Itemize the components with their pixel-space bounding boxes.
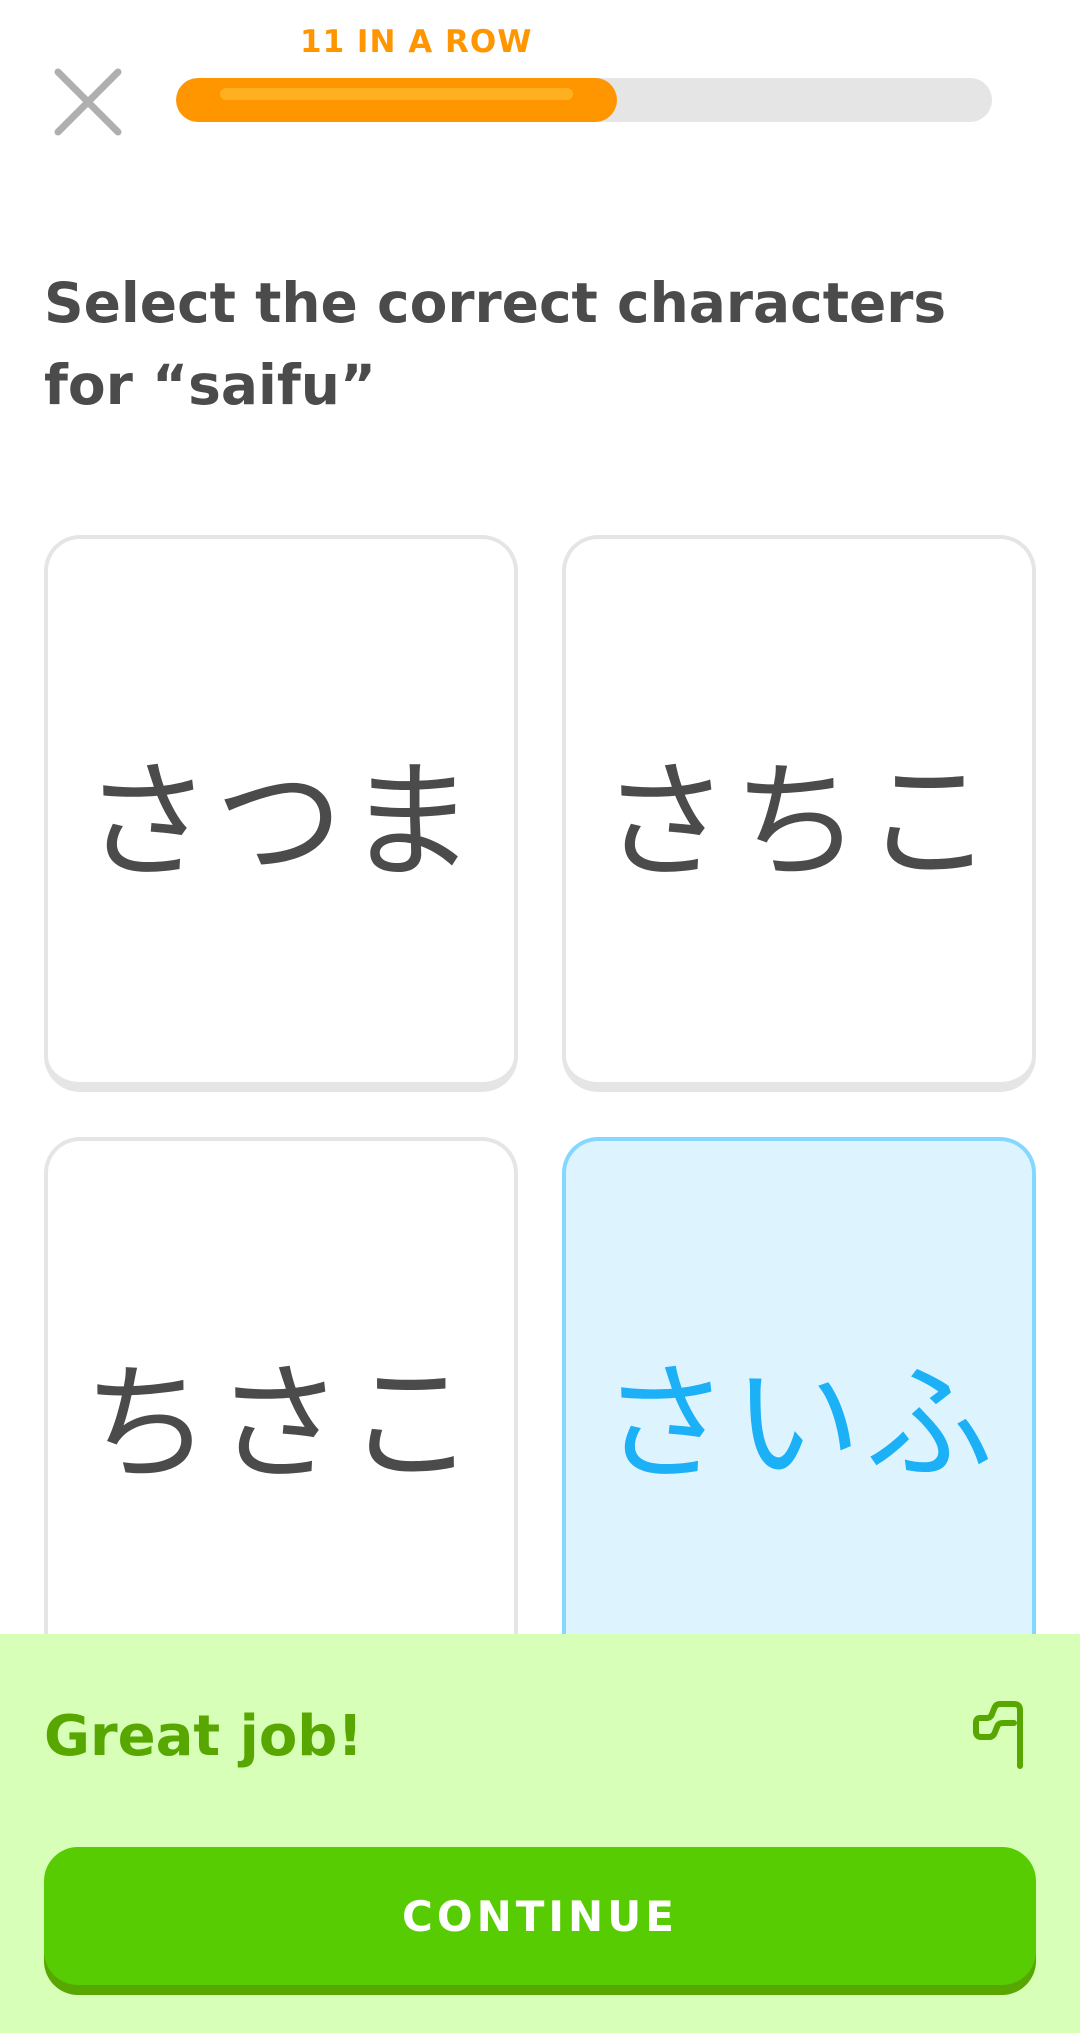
feedback-title: Great job!	[44, 1704, 363, 1769]
answer-option[interactable]: さいふ	[562, 1137, 1036, 1694]
continue-button[interactable]: CONTINUE	[44, 1847, 1036, 1985]
flag-icon	[973, 1701, 1023, 1769]
progress-bar-fill	[176, 78, 617, 122]
answer-option[interactable]: さちこ	[562, 535, 1036, 1092]
lesson-screen: 11 IN A ROW Select the correct character…	[0, 0, 1080, 2033]
continue-button-label: CONTINUE	[402, 1891, 678, 1941]
close-icon	[54, 68, 122, 136]
answer-option-text: さつま	[82, 748, 479, 897]
answer-option[interactable]: さつま	[44, 535, 518, 1092]
report-button[interactable]	[972, 1700, 1032, 1770]
feedback-panel: Great job! CONTINUE	[0, 1634, 1080, 2033]
progress-bar	[176, 78, 992, 122]
close-button[interactable]	[48, 62, 128, 142]
answer-option-text: さいふ	[600, 1350, 997, 1499]
answer-option-text: さちこ	[600, 748, 997, 897]
answer-option[interactable]: ちさこ	[44, 1137, 518, 1694]
question-prompt: Select the correct characters for “saifu…	[44, 271, 947, 417]
progress-bar-shine	[220, 88, 573, 100]
streak-label: 11 IN A ROW	[300, 24, 533, 60]
answer-option-text: ちさこ	[82, 1350, 479, 1499]
